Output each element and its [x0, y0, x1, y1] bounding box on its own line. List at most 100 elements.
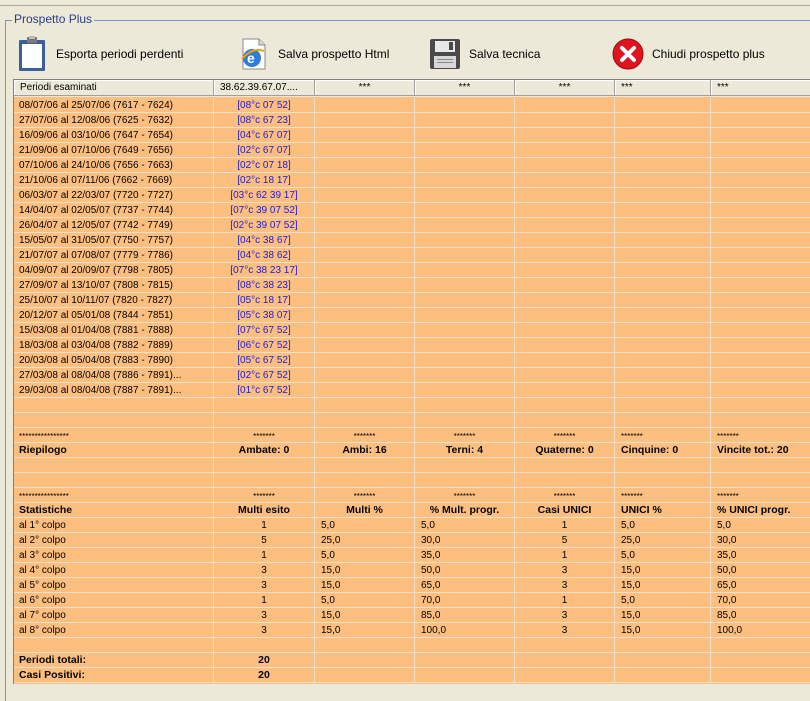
column-header[interactable]: ***: [711, 80, 810, 96]
stars-cell: *******: [515, 428, 615, 443]
stats-value: 15,0: [615, 608, 711, 623]
empty-cell: [415, 158, 515, 173]
stats-value: 5,0: [711, 518, 810, 533]
empty-cell: [515, 143, 615, 158]
result-cell: [07°c 67 52]: [214, 323, 315, 338]
empty-cell: [315, 218, 415, 233]
empty-cell: [515, 188, 615, 203]
empty-cell: [615, 233, 711, 248]
empty-cell: [711, 188, 810, 203]
stars-cell: *******: [615, 428, 711, 443]
column-header[interactable]: ***: [415, 80, 515, 96]
empty-cell: [315, 128, 415, 143]
empty-cell: [214, 398, 315, 413]
empty-cell: [315, 353, 415, 368]
close-prospetto-button[interactable]: Chiudi prospetto plus: [612, 32, 765, 76]
period-row: 21/10/06 al 07/11/06 (7662 - 7669) [02°c …: [14, 173, 810, 188]
empty-cell: [615, 188, 711, 203]
empty-cell: [515, 398, 615, 413]
stats-value: 30,0: [415, 533, 515, 548]
result-cell: [06°c 67 52]: [214, 338, 315, 353]
stats-value: 15,0: [315, 563, 415, 578]
stats-value: 50,0: [415, 563, 515, 578]
stats-value: 5,0: [415, 518, 515, 533]
empty-cell: [515, 413, 615, 428]
empty-cell: [615, 263, 711, 278]
results-grid[interactable]: Periodi esaminati 38.62.39.67.07.... ***…: [13, 79, 810, 684]
empty-cell: [615, 113, 711, 128]
result-cell: [07°c 39 07 52]: [214, 203, 315, 218]
result-cell: [05°c 38 07]: [214, 308, 315, 323]
stars-cell: *******: [515, 488, 615, 503]
stars-cell: *******: [315, 488, 415, 503]
empty-cell: [415, 128, 515, 143]
column-header[interactable]: ***: [615, 80, 711, 96]
empty-cell: [315, 638, 415, 653]
stats-value: 1: [214, 548, 315, 563]
period-cell: 21/07/07 al 07/08/07 (7779 - 7786): [14, 248, 214, 263]
empty-cell: [415, 398, 515, 413]
empty-cell: [415, 218, 515, 233]
empty-row: [14, 638, 810, 653]
column-header-numbers[interactable]: 38.62.39.67.07....: [214, 80, 315, 96]
empty-cell: [515, 368, 615, 383]
save-html-button[interactable]: e Salva prospetto Html: [238, 32, 389, 76]
empty-cell: [515, 203, 615, 218]
result-cell: [07°c 38 23 17]: [214, 263, 315, 278]
empty-cell: [315, 308, 415, 323]
empty-cell: [515, 218, 615, 233]
column-header[interactable]: ***: [515, 80, 615, 96]
stats-value: 3: [214, 608, 315, 623]
period-cell: 21/10/06 al 07/11/06 (7662 - 7669): [14, 173, 214, 188]
stats-value: 70,0: [711, 593, 810, 608]
stats-value: 15,0: [315, 623, 415, 638]
summary-value: Vincite tot.: 20: [711, 443, 810, 458]
empty-cell: [315, 383, 415, 398]
empty-cell: [415, 653, 515, 668]
stats-row: al 7° colpo 3 15,0 85,0 3 15,0 85,0: [14, 608, 810, 623]
empty-cell: [711, 158, 810, 173]
stats-value: 3: [214, 623, 315, 638]
stats-value: 1: [515, 593, 615, 608]
period-cell: 07/10/06 al 24/10/06 (7656 - 7663): [14, 158, 214, 173]
period-row: 27/03/08 al 08/04/08 (7886 - 7891)... [02…: [14, 368, 810, 383]
empty-cell: [515, 338, 615, 353]
stars-cell: ****************: [14, 488, 214, 503]
column-header[interactable]: ***: [315, 80, 415, 96]
empty-cell: [415, 293, 515, 308]
stats-row: al 1° colpo 1 5,0 5,0 1 5,0 5,0: [14, 518, 810, 533]
period-row: 18/03/08 al 03/04/08 (7882 - 7889) [06°c …: [14, 338, 810, 353]
colpo-cell: al 2° colpo: [14, 533, 214, 548]
empty-cell: [515, 263, 615, 278]
stars-cell: *******: [315, 428, 415, 443]
save-technique-button[interactable]: Salva tecnica: [429, 32, 540, 76]
empty-cell: [415, 413, 515, 428]
totals-row: Periodi totali: 20: [14, 653, 810, 668]
totals-label: Casi Positivi:: [14, 668, 214, 683]
empty-cell: [415, 368, 515, 383]
stats-value: 15,0: [615, 578, 711, 593]
period-row: 27/07/06 al 12/08/06 (7625 - 7632) [08°c …: [14, 113, 810, 128]
stats-header: UNICI %: [615, 503, 711, 518]
result-cell: [08°c 67 23]: [214, 113, 315, 128]
empty-cell: [615, 458, 711, 473]
empty-cell: [214, 458, 315, 473]
empty-cell: [711, 263, 810, 278]
export-losing-periods-button[interactable]: Esporta periodi perdenti: [16, 32, 183, 76]
empty-cell: [615, 218, 711, 233]
empty-cell: [711, 368, 810, 383]
column-header-periods[interactable]: Periodi esaminati: [14, 80, 214, 96]
period-row: 29/03/08 al 08/04/08 (7887 - 7891)... [01…: [14, 383, 810, 398]
result-cell: [02°c 07 18]: [214, 158, 315, 173]
empty-cell: [315, 338, 415, 353]
stars-cell: *******: [711, 488, 810, 503]
empty-cell: [615, 128, 711, 143]
grid-rows: 08/07/06 al 25/07/06 (7617 - 7624) [08°c …: [14, 98, 810, 683]
empty-cell: [415, 353, 515, 368]
period-cell: 15/03/08 al 01/04/08 (7881 - 7888): [14, 323, 214, 338]
empty-cell: [515, 248, 615, 263]
empty-cell: [14, 398, 214, 413]
empty-cell: [415, 338, 515, 353]
stars-cell: *******: [615, 488, 711, 503]
summary-row: Riepilogo Ambate: 0 Ambi: 16 Terni: 4 Quater…: [14, 443, 810, 458]
